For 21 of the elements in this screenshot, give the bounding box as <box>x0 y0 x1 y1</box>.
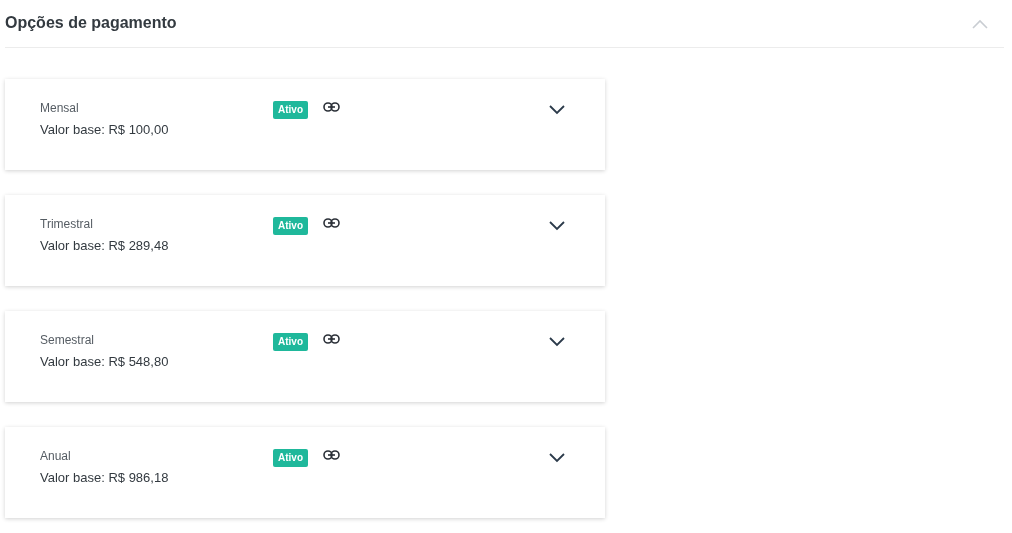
base-price: Valor base: R$ 548,80 <box>40 353 170 371</box>
expand-button[interactable] <box>549 337 565 347</box>
base-price: Valor base: R$ 100,00 <box>40 121 170 139</box>
expand-button[interactable] <box>549 453 565 463</box>
expand-button[interactable] <box>549 105 565 115</box>
link-icon[interactable] <box>323 450 340 460</box>
status-badge: Ativo <box>273 449 308 467</box>
base-price: Valor base: R$ 289,48 <box>40 237 170 255</box>
expand-button[interactable] <box>549 221 565 231</box>
link-icon[interactable] <box>323 218 340 228</box>
plan-name: Semestral <box>40 332 96 349</box>
status-badge: Ativo <box>273 101 308 119</box>
status-badge: Ativo <box>273 217 308 235</box>
link-icon[interactable] <box>323 102 340 112</box>
plan-name: Anual <box>40 448 72 465</box>
status-badge: Ativo <box>273 333 308 351</box>
plan-name: Trimestral <box>40 216 94 233</box>
base-price: Valor base: R$ 986,18 <box>40 469 170 487</box>
section-title: Opções de pagamento <box>5 12 177 33</box>
link-icon[interactable] <box>323 334 340 344</box>
plan-name: Mensal <box>40 100 80 117</box>
